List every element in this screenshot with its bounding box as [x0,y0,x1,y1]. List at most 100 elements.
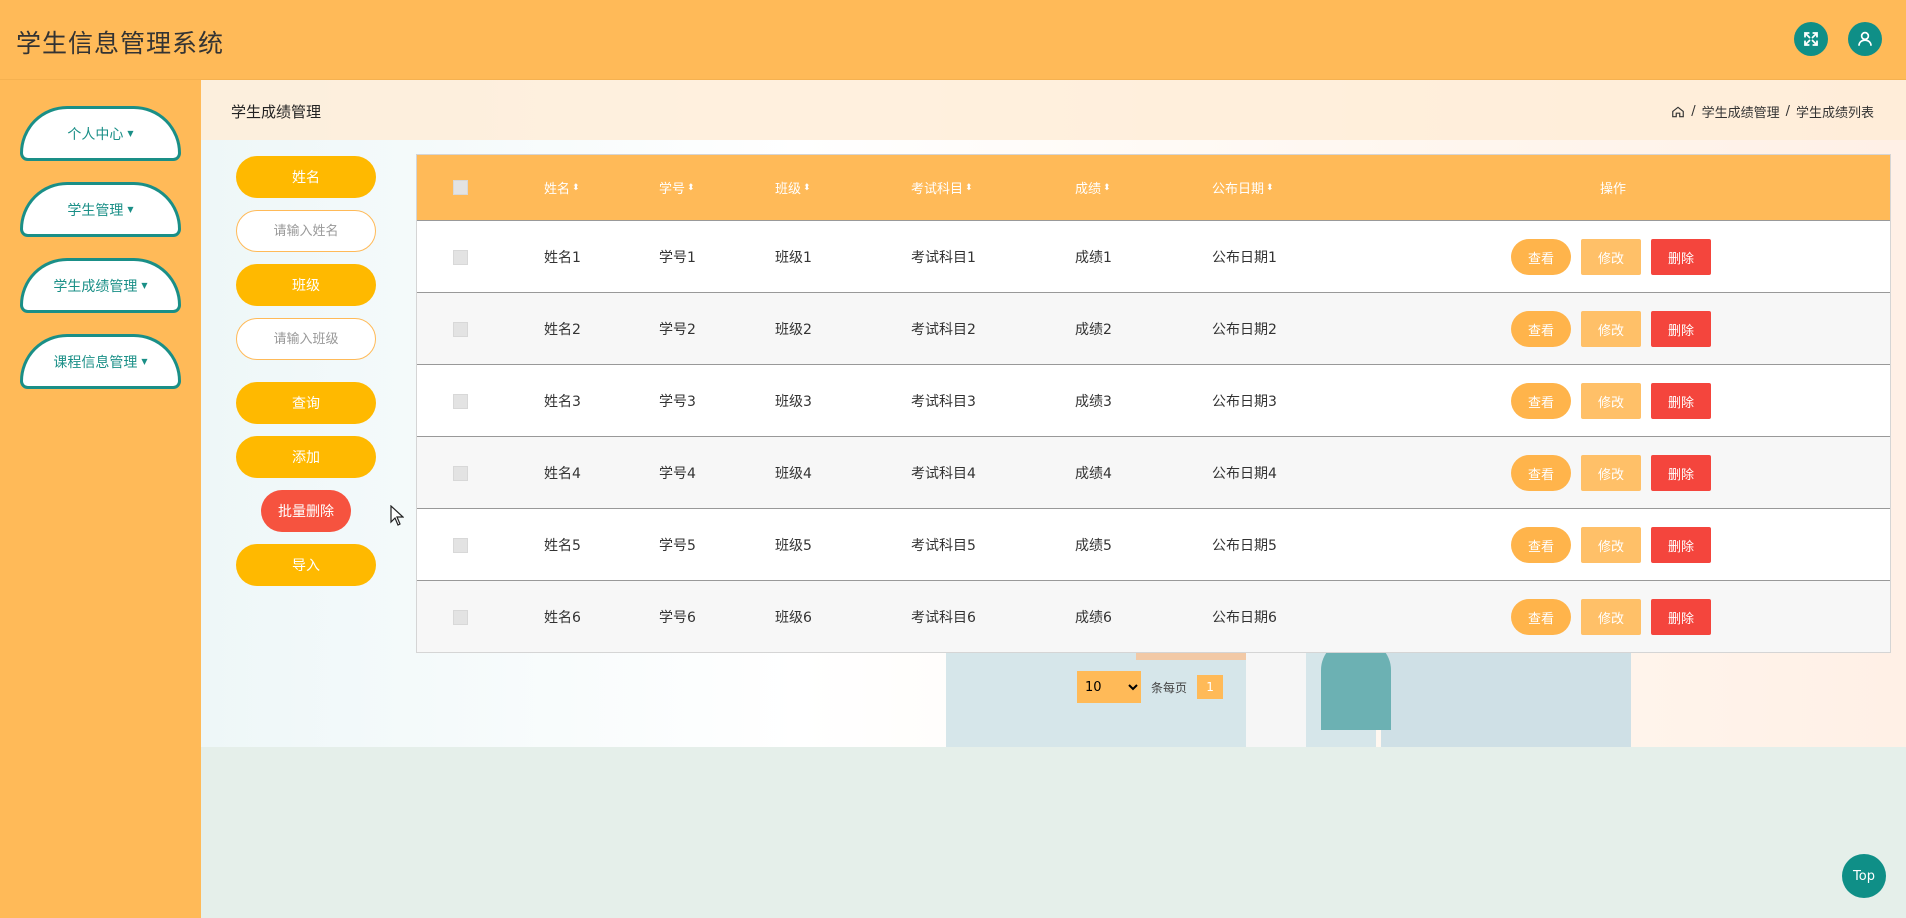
cell-publish-date: 公布日期2 [1212,322,1277,338]
edit-button[interactable]: 修改 [1581,527,1641,563]
table-row: 姓名4 学号4 班级4 考试科目4 成绩4 公布日期4 查看 修改 删除 [417,436,1890,508]
row-checkbox[interactable] [453,609,468,625]
cell-subject: 考试科目1 [911,250,976,266]
table-row: 姓名5 学号5 班级5 考试科目5 成绩5 公布日期5 查看 修改 删除 [417,508,1890,580]
cell-student-id: 学号3 [659,394,696,410]
row-checkbox[interactable] [453,393,468,409]
cell-student-id: 学号6 [659,610,696,626]
home-icon[interactable] [1671,105,1685,119]
sidebar-item-label: 个人中心 [67,126,124,143]
select-all-cell [453,155,468,220]
edit-button[interactable]: 修改 [1581,599,1641,635]
pagination: 10 条每页 1 [1077,671,1224,703]
cell-score: 成绩6 [1075,610,1112,626]
row-checkbox[interactable] [453,465,468,481]
delete-button[interactable]: 删除 [1651,599,1711,635]
edit-button[interactable]: 修改 [1581,455,1641,491]
breadcrumb-bar: 学生成绩管理 / 学生成绩管理 / 学生成绩列表 [201,80,1906,140]
cell-class: 班级5 [775,538,812,554]
sidebar-item-label: 学生成绩管理 [53,278,138,295]
delete-button[interactable]: 删除 [1651,455,1711,491]
cell-score: 成绩5 [1075,538,1112,554]
fullscreen-button[interactable] [1794,22,1828,56]
breadcrumb-separator: / [1691,104,1696,119]
page-number-button[interactable]: 1 [1197,675,1224,699]
sidebar-item-personal-center[interactable]: 个人中心 ▼ [20,106,181,161]
search-button[interactable]: 查询 [236,382,376,424]
class-filter-label: 班级 [236,264,376,306]
breadcrumb-separator: / [1785,104,1790,119]
caret-down-icon: ▼ [127,129,134,138]
sidebar-item-student-management[interactable]: 学生管理 ▼ [20,182,181,237]
sidebar-item-score-management[interactable]: 学生成绩管理 ▼ [20,258,181,313]
mouse-cursor-icon [390,505,404,526]
view-button[interactable]: 查看 [1511,383,1571,419]
import-button[interactable]: 导入 [236,544,376,586]
sidebar-item-course-management[interactable]: 课程信息管理 ▼ [20,334,181,389]
cell-name: 姓名3 [544,394,581,410]
cell-name: 姓名1 [544,250,581,266]
cell-score: 成绩1 [1075,250,1112,266]
cell-name: 姓名4 [544,466,581,482]
cell-subject: 考试科目2 [911,322,976,338]
edit-button[interactable]: 修改 [1581,239,1641,275]
cell-name: 姓名6 [544,610,581,626]
cell-publish-date: 公布日期5 [1212,538,1277,554]
user-button[interactable] [1848,22,1882,56]
cell-class: 班级2 [775,322,812,338]
sort-icon: ⬍ [1103,182,1111,193]
edit-button[interactable]: 修改 [1581,383,1641,419]
class-search-input[interactable] [236,318,376,360]
column-header-actions: 操作 [1600,182,1627,197]
sidebar-item-label: 课程信息管理 [53,354,138,371]
batch-delete-button[interactable]: 批量删除 [261,490,351,532]
page-size-select[interactable]: 10 [1077,671,1141,703]
delete-button[interactable]: 删除 [1651,311,1711,347]
sort-icon: ⬍ [572,182,580,193]
cell-class: 班级3 [775,394,812,410]
row-checkbox[interactable] [453,321,468,337]
delete-button[interactable]: 删除 [1651,383,1711,419]
scene-person-illustration [1321,640,1391,730]
column-header-score[interactable]: 成绩 ⬍ [1075,155,1111,220]
view-button[interactable]: 查看 [1511,527,1571,563]
cell-class: 班级1 [775,250,812,266]
caret-down-icon: ▼ [141,281,148,290]
cell-class: 班级4 [775,466,812,482]
caret-down-icon: ▼ [127,205,134,214]
name-search-input[interactable] [236,210,376,252]
cell-subject: 考试科目4 [911,466,976,482]
cell-student-id: 学号5 [659,538,696,554]
view-button[interactable]: 查看 [1511,599,1571,635]
scene-chair-illustration [1246,650,1306,747]
cell-class: 班级6 [775,610,812,626]
name-filter-label: 姓名 [236,156,376,198]
delete-button[interactable]: 删除 [1651,527,1711,563]
view-button[interactable]: 查看 [1511,311,1571,347]
sort-icon: ⬍ [1266,182,1274,193]
table-row: 姓名6 学号6 班级6 考试科目6 成绩6 公布日期6 查看 修改 删除 [417,580,1890,652]
top-bar: 学生信息管理系统 [0,0,1906,80]
breadcrumb-item-score-management[interactable]: 学生成绩管理 [1702,102,1780,121]
column-header-subject[interactable]: 考试科目 ⬍ [911,155,973,220]
cell-publish-date: 公布日期6 [1212,610,1277,626]
view-button[interactable]: 查看 [1511,455,1571,491]
delete-button[interactable]: 删除 [1651,239,1711,275]
column-header-publish-date[interactable]: 公布日期 ⬍ [1212,155,1274,220]
edit-button[interactable]: 修改 [1581,311,1641,347]
back-to-top-button[interactable]: Top [1842,854,1886,898]
cell-student-id: 学号1 [659,250,696,266]
row-checkbox[interactable] [453,249,468,265]
caret-down-icon: ▼ [141,357,148,366]
column-header-name[interactable]: 姓名 ⬍ [544,155,580,220]
cell-student-id: 学号4 [659,466,696,482]
sidebar-item-label: 学生管理 [67,202,124,219]
row-checkbox[interactable] [453,537,468,553]
select-all-checkbox[interactable] [453,180,468,195]
cell-publish-date: 公布日期4 [1212,466,1277,482]
view-button[interactable]: 查看 [1511,239,1571,275]
column-header-student-id[interactable]: 学号 ⬍ [659,155,695,220]
add-button[interactable]: 添加 [236,436,376,478]
cell-score: 成绩3 [1075,394,1112,410]
column-header-class[interactable]: 班级 ⬍ [775,155,811,220]
